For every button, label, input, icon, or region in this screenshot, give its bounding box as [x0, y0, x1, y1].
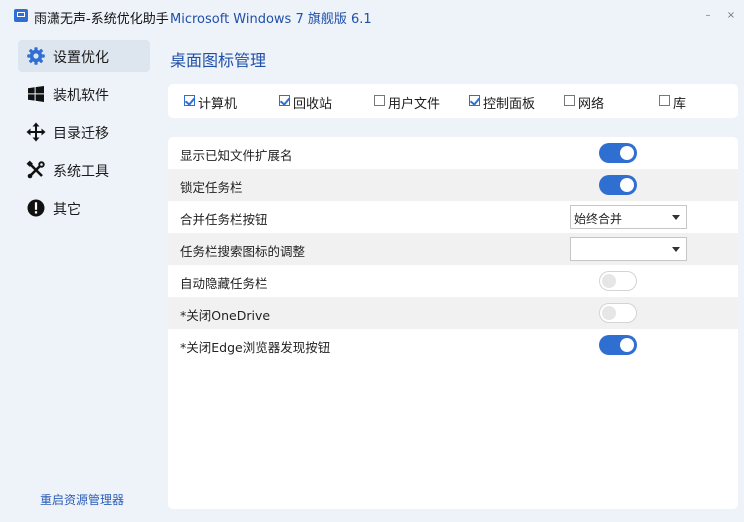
sidebar-item-settings-optimize[interactable]: 设置优化	[18, 40, 150, 72]
setting-row-disable-edge-discover: *关闭Edge浏览器发现按钮	[168, 329, 738, 361]
checkbox-label: 网络	[578, 97, 605, 112]
setting-label: 显示已知文件扩展名	[180, 148, 293, 163]
close-button[interactable]: ×	[726, 10, 736, 22]
gear-icon	[27, 47, 45, 65]
restart-explorer-link[interactable]: 重启资源管理器	[40, 491, 124, 508]
checkbox-label: 库	[673, 97, 687, 112]
sidebar-item-label: 目录迁移	[53, 126, 109, 142]
tools-icon	[26, 160, 45, 179]
toggle-disable-onedrive[interactable]	[599, 303, 637, 323]
app-title: 雨潇无声-系统优化助手	[34, 12, 169, 27]
setting-label: 锁定任务栏	[180, 180, 243, 195]
sidebar-item-label: 其它	[53, 202, 81, 218]
sidebar-item-system-tools[interactable]: 系统工具	[18, 154, 150, 186]
setting-label: 任务栏搜索图标的调整	[180, 244, 306, 259]
toggle-lock-taskbar[interactable]	[599, 175, 637, 195]
sidebar-item-install-software[interactable]: 装机软件	[18, 78, 150, 110]
main-content: 桌面图标管理 计算机 回收站 用户文件 控制面板 网络 库 显示已知文件扩展名	[168, 32, 740, 510]
checkbox-label: 控制面板	[483, 97, 536, 112]
app-icon	[14, 9, 28, 22]
search-icon-dropdown[interactable]	[570, 237, 687, 261]
sidebar-item-label: 系统工具	[53, 164, 109, 180]
checkbox-box[interactable]	[184, 95, 195, 106]
setting-row-disable-onedrive: *关闭OneDrive	[168, 297, 738, 329]
sidebar: 设置优化 装机软件 目录迁移 系统工具 其它 重启资源管理器	[0, 32, 160, 522]
setting-label: 自动隐藏任务栏	[180, 276, 268, 291]
checkbox-box[interactable]	[469, 95, 480, 106]
toggle-show-extensions[interactable]	[599, 143, 637, 163]
chevron-down-icon	[672, 215, 680, 220]
minimize-button[interactable]: –	[703, 10, 713, 22]
combine-buttons-dropdown[interactable]: 始终合并	[570, 205, 687, 229]
checkbox-box[interactable]	[279, 95, 290, 106]
toggle-disable-edge-discover[interactable]	[599, 335, 637, 355]
setting-row-lock-taskbar: 锁定任务栏	[168, 169, 738, 201]
setting-row-taskbar-search-icon: 任务栏搜索图标的调整	[168, 233, 738, 265]
chevron-down-icon	[672, 247, 680, 252]
checkbox-box[interactable]	[374, 95, 385, 106]
page-title: 桌面图标管理	[170, 51, 267, 70]
info-icon	[27, 199, 45, 217]
os-info: Microsoft Windows 7 旗舰版 6.1	[170, 12, 372, 27]
setting-row-show-extensions: 显示已知文件扩展名	[168, 137, 738, 169]
sidebar-item-directory-migration[interactable]: 目录迁移	[18, 116, 150, 148]
sidebar-item-label: 设置优化	[53, 50, 109, 66]
sidebar-item-label: 装机软件	[53, 88, 109, 104]
checkbox-label: 回收站	[293, 97, 333, 112]
checkbox-box[interactable]	[659, 95, 670, 106]
settings-list: 显示已知文件扩展名 锁定任务栏 合并任务栏按钮 始终合并 任务栏搜索图标的调整 …	[168, 137, 738, 509]
dropdown-value: 始终合并	[574, 212, 623, 226]
checkbox-box[interactable]	[564, 95, 575, 106]
toggle-auto-hide-taskbar[interactable]	[599, 271, 637, 291]
setting-label: 合并任务栏按钮	[180, 212, 268, 227]
windows-icon	[28, 86, 44, 102]
sidebar-item-other[interactable]: 其它	[18, 192, 150, 224]
desktop-icon-checkboxes: 计算机 回收站 用户文件 控制面板 网络 库	[168, 84, 738, 118]
setting-row-combine-taskbar-buttons: 合并任务栏按钮 始终合并	[168, 201, 738, 233]
title-bar: 雨潇无声-系统优化助手 Microsoft Windows 7 旗舰版 6.1 …	[0, 0, 744, 32]
checkbox-label: 用户文件	[388, 97, 441, 112]
checkbox-label: 计算机	[198, 97, 238, 112]
setting-row-auto-hide-taskbar: 自动隐藏任务栏	[168, 265, 738, 297]
move-arrows-icon	[26, 122, 46, 142]
setting-label: *关闭Edge浏览器发现按钮	[180, 340, 331, 355]
setting-label: *关闭OneDrive	[180, 308, 271, 323]
